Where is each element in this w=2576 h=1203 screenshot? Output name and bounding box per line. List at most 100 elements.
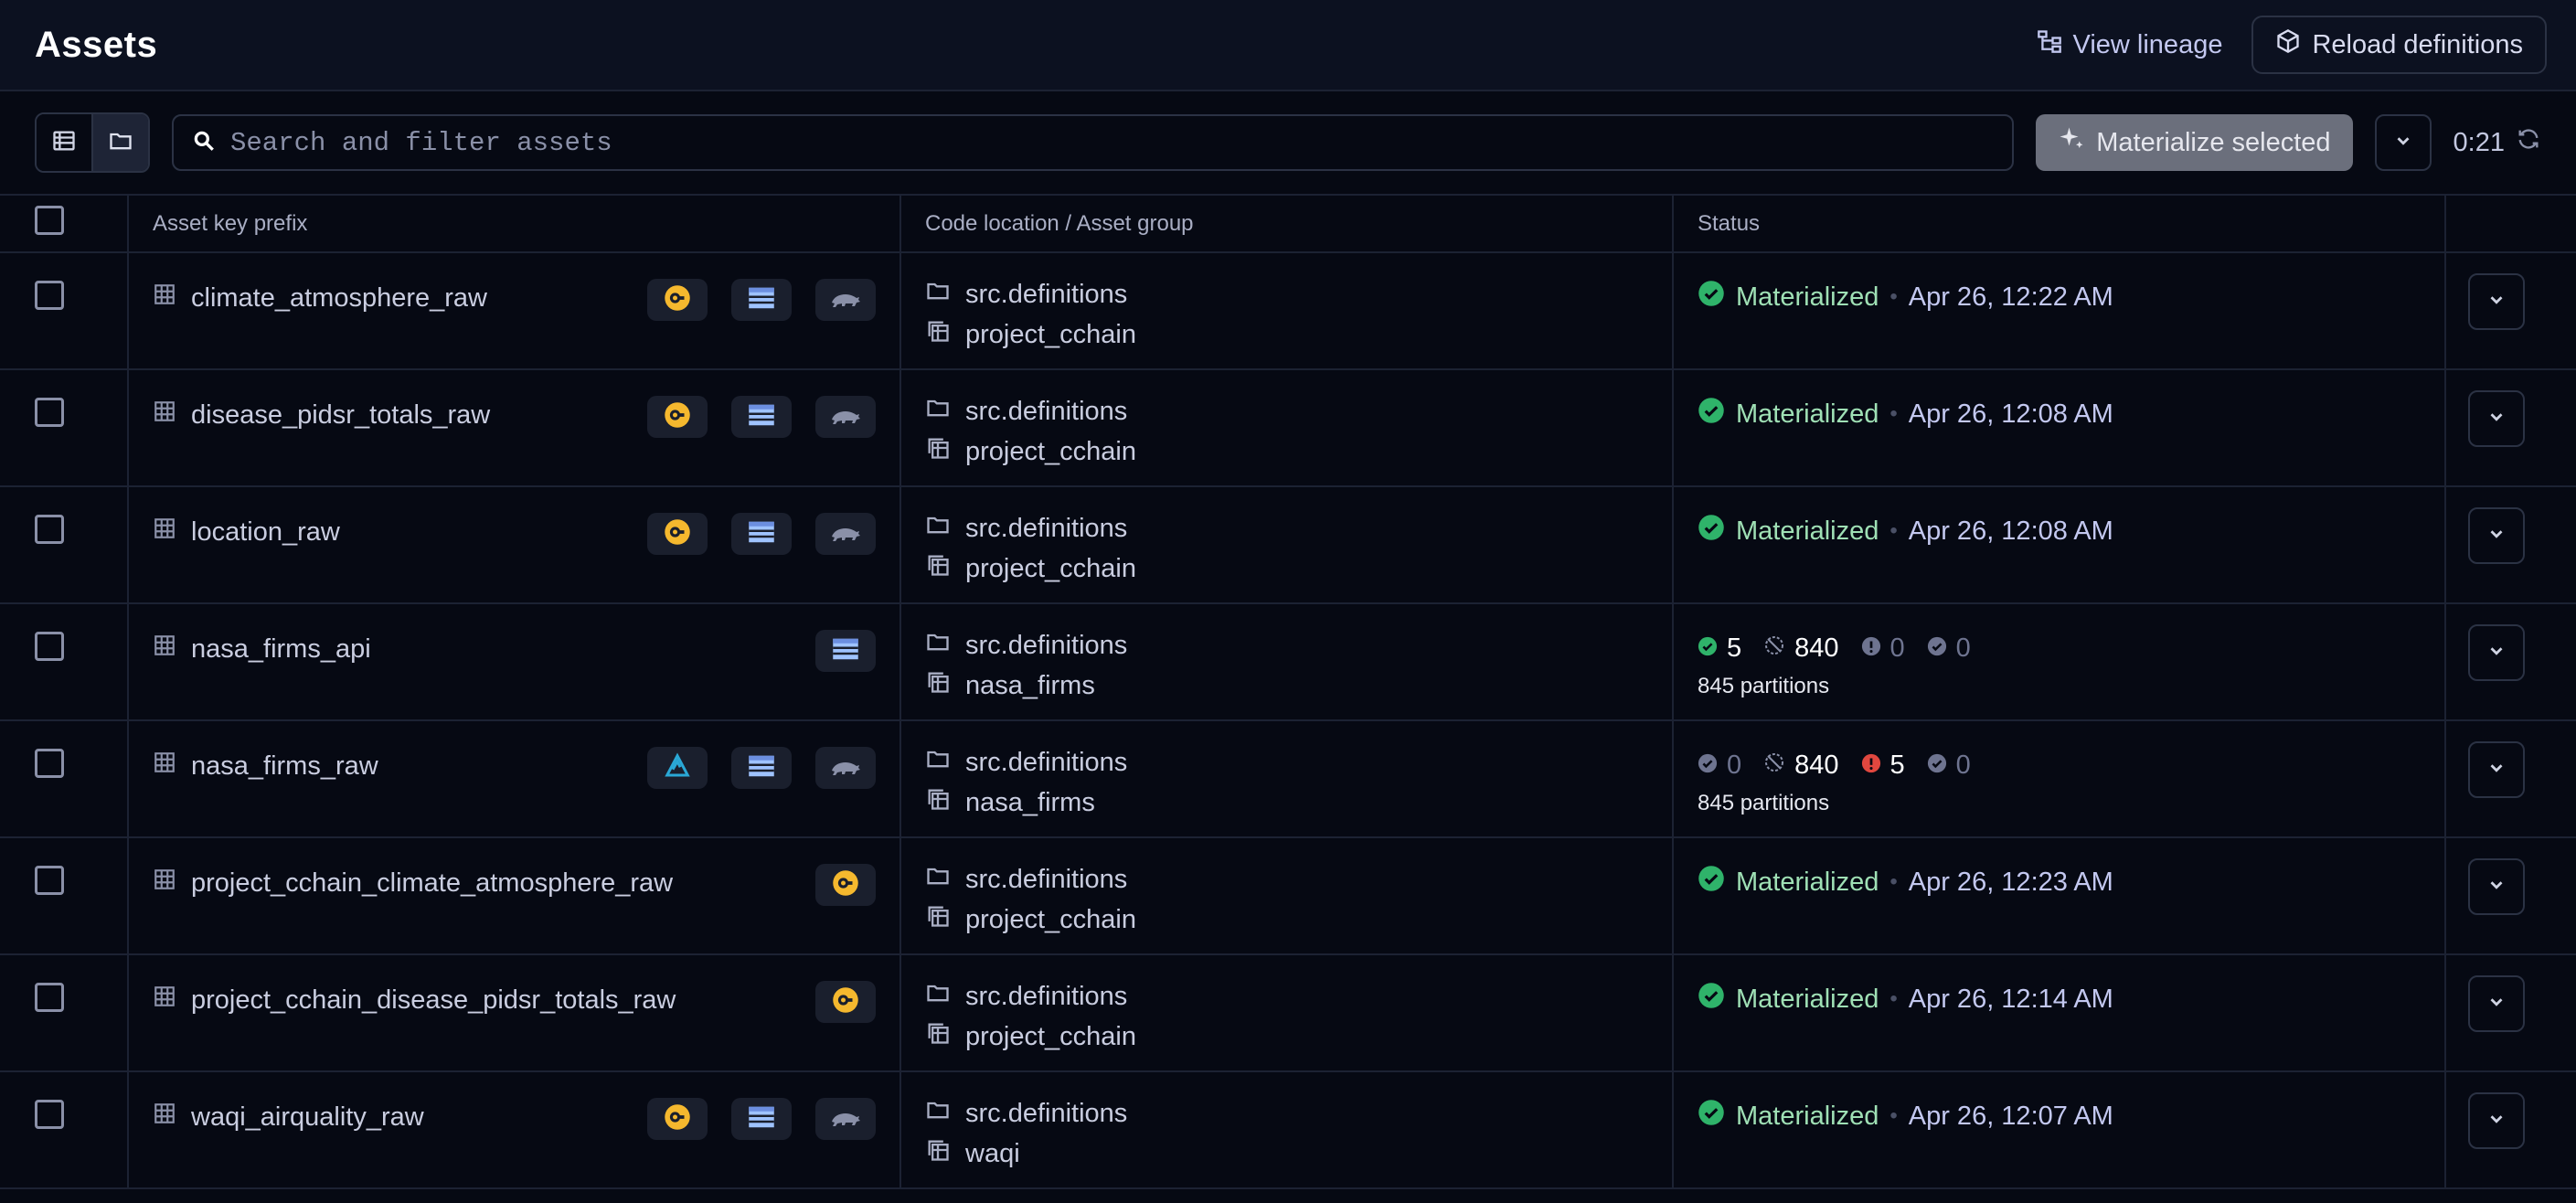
badge-table[interactable] bbox=[731, 396, 792, 438]
select-all-checkbox[interactable] bbox=[35, 206, 64, 235]
in-progress-count[interactable]: 0 bbox=[1956, 751, 1971, 781]
list-view-button[interactable] bbox=[37, 114, 91, 171]
row-checkbox[interactable] bbox=[35, 983, 64, 1012]
missing-count[interactable]: 840 bbox=[1794, 751, 1838, 781]
asset-key-link[interactable]: climate_atmosphere_raw bbox=[191, 283, 487, 314]
materialize-options-button[interactable] bbox=[2374, 114, 2432, 171]
separator-dot: • bbox=[1889, 518, 1898, 543]
chevron-down-icon bbox=[2486, 524, 2507, 548]
materialize-selected-button[interactable]: Materialize selected bbox=[2036, 114, 2353, 171]
materialized-timestamp[interactable]: Apr 26, 12:23 AM bbox=[1909, 868, 2113, 898]
badge-sling[interactable] bbox=[647, 1098, 708, 1140]
code-location-link[interactable]: src.definitions bbox=[965, 982, 1127, 1012]
reload-definitions-button[interactable]: Reload definitions bbox=[2251, 16, 2547, 74]
failed-count[interactable]: 5 bbox=[1890, 751, 1905, 781]
asset-group-link[interactable]: nasa_firms bbox=[965, 788, 1095, 818]
materialized-timestamp[interactable]: Apr 26, 12:22 AM bbox=[1909, 282, 2113, 313]
asset-key-link[interactable]: project_cchain_disease_pidsr_totals_raw bbox=[191, 985, 676, 1016]
code-location-link[interactable]: src.definitions bbox=[965, 631, 1127, 661]
failed-count[interactable]: 0 bbox=[1890, 633, 1905, 664]
badge-polars[interactable] bbox=[815, 396, 876, 438]
row-actions-cell bbox=[2445, 252, 2576, 370]
folder-view-button[interactable] bbox=[91, 114, 148, 171]
code-location-link[interactable]: src.definitions bbox=[965, 397, 1127, 427]
column-header-code-location[interactable]: Code location / Asset group bbox=[900, 196, 1674, 253]
missing-count[interactable]: 840 bbox=[1794, 633, 1838, 664]
status-label[interactable]: Materialized bbox=[1736, 399, 1879, 430]
folder-icon bbox=[925, 395, 951, 428]
row-checkbox[interactable] bbox=[35, 281, 64, 310]
asset-key-link[interactable]: project_cchain_climate_atmosphere_raw bbox=[191, 868, 673, 899]
row-actions-dropdown[interactable] bbox=[2468, 858, 2525, 915]
badge-table[interactable] bbox=[731, 1098, 792, 1140]
asset-group-link[interactable]: project_cchain bbox=[965, 905, 1136, 935]
status-label[interactable]: Materialized bbox=[1736, 985, 1879, 1015]
materialized-timestamp[interactable]: Apr 26, 12:14 AM bbox=[1909, 985, 2113, 1015]
row-checkbox[interactable] bbox=[35, 632, 64, 661]
badge-sling[interactable] bbox=[647, 396, 708, 438]
status-line: Materialized • Apr 26, 12:14 AM bbox=[1698, 981, 2421, 1017]
success-check-icon bbox=[1698, 633, 1718, 664]
badge-sling[interactable] bbox=[815, 864, 876, 906]
asset-key-link[interactable]: nasa_firms_raw bbox=[191, 751, 378, 782]
row-checkbox[interactable] bbox=[35, 1100, 64, 1129]
row-actions-dropdown[interactable] bbox=[2468, 975, 2525, 1032]
status-label[interactable]: Materialized bbox=[1736, 516, 1879, 547]
row-actions-dropdown[interactable] bbox=[2468, 1092, 2525, 1149]
asset-key-link[interactable]: disease_pidsr_totals_raw bbox=[191, 400, 490, 431]
success-count[interactable]: 0 bbox=[1727, 751, 1741, 781]
row-actions-dropdown[interactable] bbox=[2468, 273, 2525, 330]
row-checkbox[interactable] bbox=[35, 749, 64, 778]
asset-key-link[interactable]: waqi_airquality_raw bbox=[191, 1102, 424, 1133]
in-progress-count[interactable]: 0 bbox=[1956, 633, 1971, 664]
row-actions-dropdown[interactable] bbox=[2468, 624, 2525, 681]
code-location-link[interactable]: src.definitions bbox=[965, 748, 1127, 778]
column-header-status[interactable]: Status bbox=[1673, 196, 2446, 253]
code-location-cell: src.definitions nasa_firms bbox=[900, 720, 1674, 838]
delta-icon bbox=[664, 752, 691, 784]
badge-table[interactable] bbox=[731, 279, 792, 321]
success-count[interactable]: 5 bbox=[1727, 633, 1741, 664]
asset-group-link[interactable]: project_cchain bbox=[965, 554, 1136, 584]
asset-key-link[interactable]: nasa_firms_api bbox=[191, 634, 371, 665]
row-checkbox[interactable] bbox=[35, 398, 64, 427]
code-location-link[interactable]: src.definitions bbox=[965, 280, 1127, 310]
row-checkbox[interactable] bbox=[35, 866, 64, 895]
badge-table[interactable] bbox=[731, 513, 792, 555]
row-actions-dropdown[interactable] bbox=[2468, 741, 2525, 798]
code-location-link[interactable]: src.definitions bbox=[965, 514, 1127, 544]
asset-group-link[interactable]: nasa_firms bbox=[965, 671, 1095, 701]
code-location-link[interactable]: src.definitions bbox=[965, 1099, 1127, 1129]
row-actions-dropdown[interactable] bbox=[2468, 390, 2525, 447]
code-location-link[interactable]: src.definitions bbox=[965, 865, 1127, 895]
row-checkbox[interactable] bbox=[35, 515, 64, 544]
timer-value: 0:21 bbox=[2453, 127, 2505, 157]
badge-sling[interactable] bbox=[815, 981, 876, 1023]
refresh-icon[interactable] bbox=[2516, 126, 2541, 159]
row-actions-dropdown[interactable] bbox=[2468, 507, 2525, 564]
search-input[interactable] bbox=[229, 126, 1995, 159]
badge-table[interactable] bbox=[815, 630, 876, 672]
badge-polars[interactable] bbox=[815, 1098, 876, 1140]
badge-sling[interactable] bbox=[647, 279, 708, 321]
column-header-asset-key[interactable]: Asset key prefix bbox=[128, 196, 901, 253]
asset-group-link[interactable]: project_cchain bbox=[965, 437, 1136, 467]
asset-group-link[interactable]: project_cchain bbox=[965, 320, 1136, 350]
status-label[interactable]: Materialized bbox=[1736, 868, 1879, 898]
view-lineage-button[interactable]: View lineage bbox=[2029, 17, 2230, 72]
asset-group-link[interactable]: project_cchain bbox=[965, 1022, 1136, 1052]
badge-polars[interactable] bbox=[815, 747, 876, 789]
materialized-timestamp[interactable]: Apr 26, 12:08 AM bbox=[1909, 399, 2113, 430]
badge-sling[interactable] bbox=[647, 513, 708, 555]
asset-key-link[interactable]: location_raw bbox=[191, 517, 340, 548]
status-label[interactable]: Materialized bbox=[1736, 282, 1879, 313]
materialized-timestamp[interactable]: Apr 26, 12:07 AM bbox=[1909, 1102, 2113, 1132]
materialized-timestamp[interactable]: Apr 26, 12:08 AM bbox=[1909, 516, 2113, 547]
badge-polars[interactable] bbox=[815, 279, 876, 321]
badge-delta[interactable] bbox=[647, 747, 708, 789]
asset-group-link[interactable]: waqi bbox=[965, 1139, 1020, 1169]
badge-polars[interactable] bbox=[815, 513, 876, 555]
folder-icon bbox=[925, 980, 951, 1013]
badge-table[interactable] bbox=[731, 747, 792, 789]
status-label[interactable]: Materialized bbox=[1736, 1102, 1879, 1132]
